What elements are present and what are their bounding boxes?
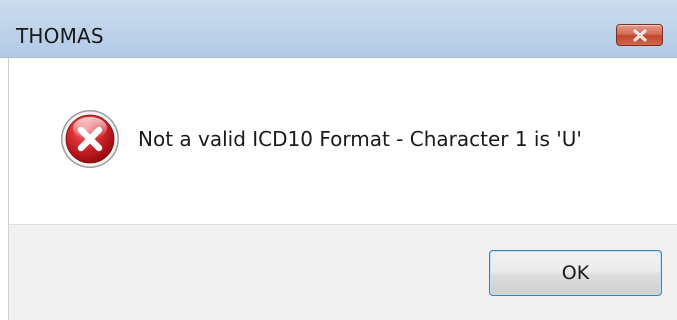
title-bar[interactable]: THOMAS (0, 0, 677, 58)
dialog-content: Not a valid ICD10 Format - Character 1 i… (8, 58, 677, 224)
close-icon (633, 29, 647, 42)
close-button[interactable] (616, 24, 663, 46)
error-icon (61, 110, 119, 168)
error-message: Not a valid ICD10 Format - Character 1 i… (138, 127, 582, 151)
message-dialog: THOMAS Not a valid ICD10 Format - Charac… (0, 0, 677, 320)
ok-button[interactable]: OK (489, 250, 662, 296)
dialog-title: THOMAS (16, 24, 104, 48)
button-bar: OK (8, 224, 677, 320)
